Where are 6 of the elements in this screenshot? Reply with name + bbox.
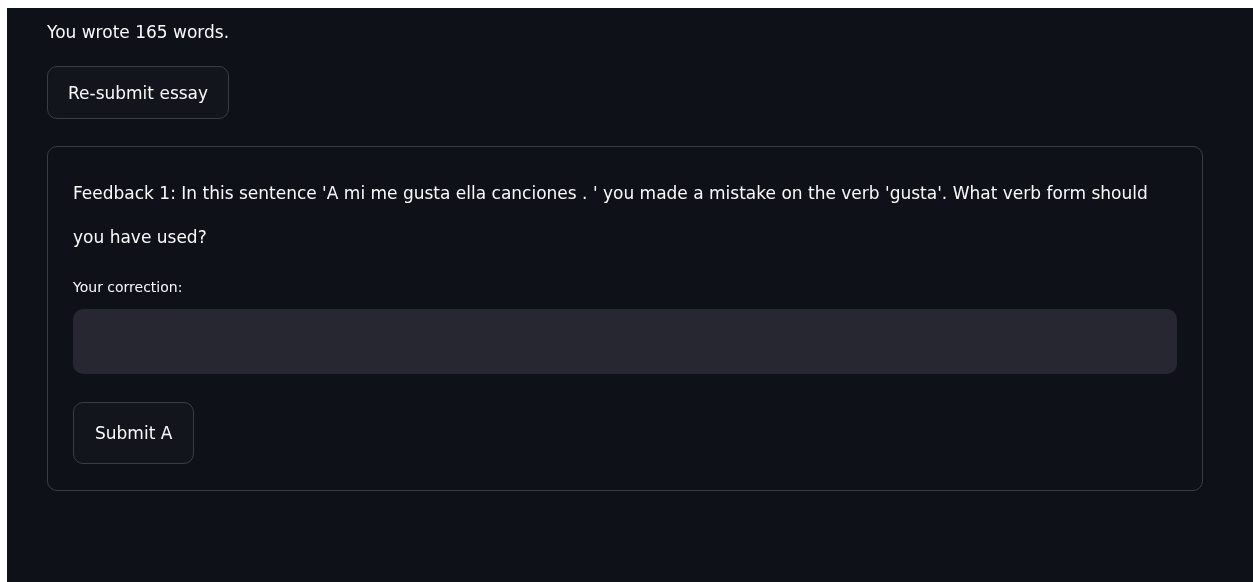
resubmit-button[interactable]: Re-submit essay <box>47 66 230 119</box>
correction-input-field[interactable] <box>73 309 1177 374</box>
feedback-question: Feedback 1: In this sentence 'A mi me gusta ella canciones . ' you made a mistake on the verb 'gusta'. What verb form should you have used? <box>73 182 1149 249</box>
field-label: Your correction: <box>73 279 184 295</box>
word-count-text: You wrote 165 words. <box>47 21 231 44</box>
submit-button[interactable]: Submit A <box>73 402 195 464</box>
